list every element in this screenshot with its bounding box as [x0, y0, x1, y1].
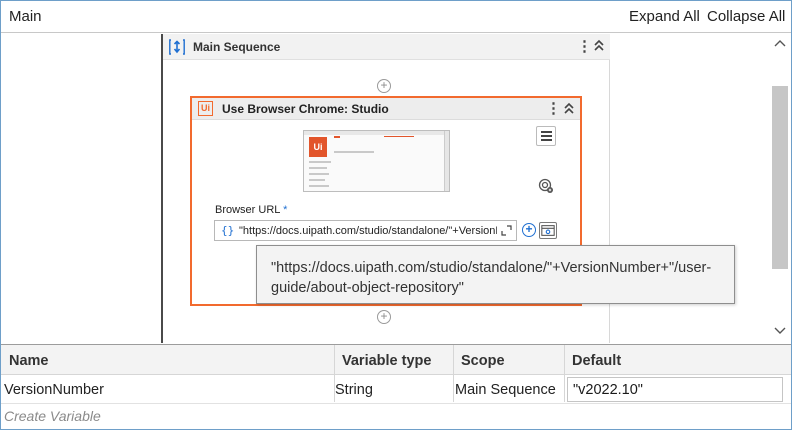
expand-editor-icon[interactable]	[501, 225, 512, 236]
browser-window-icon[interactable]	[539, 222, 557, 239]
column-header-variable-type[interactable]: Variable type	[342, 353, 431, 369]
activity-header[interactable]: Ui Use Browser Chrome: Studio ⋮	[192, 98, 580, 120]
thumbnail-text-line	[309, 179, 325, 181]
thumbnail-text-line	[309, 161, 331, 163]
sequence-more-menu-icon[interactable]: ⋮	[577, 37, 592, 55]
thumbnail-accent-line	[384, 136, 414, 137]
variable-type[interactable]: String	[335, 382, 373, 398]
scroll-down-icon[interactable]	[774, 326, 786, 336]
thumbnail-text-line	[334, 151, 374, 153]
column-header-name[interactable]: Name	[9, 353, 49, 369]
sequence-title: Main Sequence	[193, 40, 281, 54]
uipath-logo-icon: Ui	[198, 101, 213, 116]
variable-scope[interactable]: Main Sequence	[455, 382, 556, 398]
thumbnail-accent-mark	[334, 136, 340, 138]
thumbnail-uipath-logo: Ui	[309, 137, 327, 157]
variables-panel: Name Variable type Scope Default Version…	[1, 344, 791, 429]
thumbnail-text-line	[309, 167, 327, 169]
collapse-all-button[interactable]: Collapse All	[707, 8, 785, 25]
scroll-up-icon[interactable]	[774, 38, 786, 48]
expression-braces-icon: {}	[221, 224, 235, 237]
sequence-icon	[169, 39, 185, 55]
options-menu-icon[interactable]	[536, 126, 556, 146]
create-variable-link[interactable]: Create Variable	[4, 408, 101, 424]
browser-url-input[interactable]: {} "https://docs.uipath.com/studio/stand…	[214, 220, 517, 241]
scrollbar-thumb[interactable]	[772, 86, 788, 269]
thumbnail-titlebar	[304, 131, 444, 135]
browser-url-label: Browser URL *	[215, 204, 288, 216]
url-tooltip: "https://docs.uipath.com/studio/standalo…	[256, 245, 735, 304]
add-activity-bottom-icon[interactable]: +	[377, 310, 391, 324]
expand-all-button[interactable]: Expand All	[629, 8, 700, 25]
canvas-scrollbar[interactable]	[769, 34, 791, 343]
indicate-target-icon[interactable]	[538, 178, 554, 194]
activity-collapse-icon[interactable]	[563, 101, 575, 115]
required-marker: *	[283, 204, 288, 216]
breadcrumb-main[interactable]: Main	[9, 8, 42, 25]
browser-url-value: "https://docs.uipath.com/studio/standalo…	[239, 225, 497, 237]
activity-more-menu-icon[interactable]: ⋮	[546, 99, 561, 117]
variable-row[interactable]: VersionNumber String Main Sequence "v202…	[1, 376, 791, 404]
column-header-default[interactable]: Default	[572, 353, 621, 369]
designer-header: Main Expand All Collapse All	[1, 1, 791, 33]
column-header-scope[interactable]: Scope	[461, 353, 505, 369]
sequence-header[interactable]: Main Sequence ⋮	[163, 34, 610, 60]
activity-title: Use Browser Chrome: Studio	[222, 102, 389, 116]
thumbnail-text-line	[309, 185, 329, 187]
add-activity-top-icon[interactable]: +	[377, 79, 391, 93]
browser-screenshot-thumbnail[interactable]: Ui	[303, 130, 450, 192]
variables-header-row: Name Variable type Scope Default	[1, 345, 791, 375]
thumbnail-scrollbar	[444, 131, 449, 191]
variable-name[interactable]: VersionNumber	[4, 382, 104, 398]
thumbnail-text-line	[309, 173, 329, 175]
variable-default-input[interactable]: "v2022.10"	[567, 377, 783, 402]
add-variable-icon[interactable]: +	[522, 223, 536, 237]
sequence-collapse-icon[interactable]	[593, 38, 605, 52]
